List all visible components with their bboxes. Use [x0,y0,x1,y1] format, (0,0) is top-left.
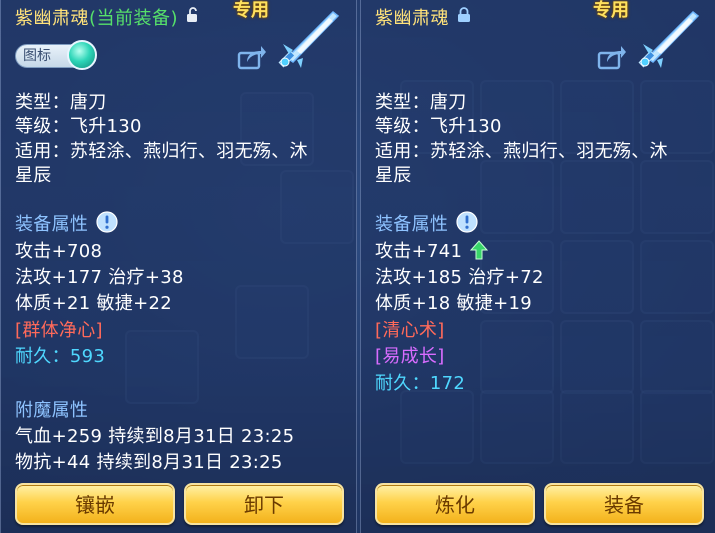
item-name: 紫幽肃魂 [15,8,89,29]
durability-label: 耐久： [15,346,70,367]
up-arrow-icon [470,240,489,265]
stat-magic-heal: 法攻+185 治疗+72 [375,267,544,288]
refine-button[interactable]: 炼化 [375,483,535,525]
durability-value: 172 [429,373,466,394]
info-icon[interactable] [96,211,118,238]
skill-2: [易成长] [375,346,445,367]
inlay-button[interactable]: 镶嵌 [15,483,175,525]
toggle-knob[interactable] [67,40,97,70]
unequip-button[interactable]: 卸下 [184,483,344,525]
exclusive-badge: 专用 [233,0,269,21]
icon-toggle[interactable]: 图标 [15,40,97,70]
compare-item-panel: 紫幽肃魂 专用 类型：唐刀 等级：飞升130 适用：苏轻涂、燕归行、羽无殇、沐 … [360,0,715,533]
item-title: 紫幽肃魂 [375,4,471,30]
share-icon[interactable] [237,44,267,74]
attribute-section-header: 装备属性 [15,210,118,238]
stat-magic-heal: 法攻+177 治疗+38 [15,267,184,288]
weapon-icon [271,10,341,70]
durability-value: 593 [69,346,106,367]
stat-attack-value: 攻击+741 [375,241,463,262]
skill-1: [群体净心] [15,320,103,341]
toggle-label: 图标 [23,48,51,64]
enchant-section-header: 附魔属性 [15,400,89,421]
skill-1: [清心术] [375,320,445,341]
enchant-stat-2: 物抗+44 持续到8月31日 23:25 [15,452,283,473]
item-level: 等级：飞升130 [15,116,142,137]
item-applicable-cont: 星辰 [15,165,52,186]
share-icon[interactable] [597,44,627,74]
durability: 耐久：593 [15,342,105,368]
exclusive-badge: 专用 [593,0,629,21]
item-level: 等级：飞升130 [375,116,502,137]
item-name: 紫幽肃魂 [375,8,449,29]
stat-attack: 攻击+708 [15,241,103,262]
lock-icon[interactable] [457,7,471,28]
weapon-icon [631,10,701,70]
item-applicable: 适用：苏轻涂、燕归行、羽无殇、沐 [15,141,308,162]
info-icon[interactable] [456,211,478,238]
stat-attack: 攻击+741 [375,237,489,265]
attribute-header-label: 装备属性 [375,214,449,235]
enchant-stat-1: 气血+259 持续到8月31日 23:25 [15,426,295,447]
equipped-item-panel: 紫幽肃魂(当前装备) 专用 图标 类型：唐刀 等级：飞升130 适用：苏轻涂、燕… [0,0,357,533]
attribute-header-label: 装备属性 [15,214,89,235]
item-applicable: 适用：苏轻涂、燕归行、羽无殇、沐 [375,141,668,162]
unlock-icon[interactable] [186,7,200,28]
durability: 耐久：172 [375,369,465,395]
item-title: 紫幽肃魂(当前装备) [15,4,200,30]
equipped-status: (当前装备) [89,8,179,29]
durability-label: 耐久： [375,373,430,394]
item-type: 类型：唐刀 [15,92,107,113]
equip-button[interactable]: 装备 [544,483,704,525]
item-applicable-cont: 星辰 [375,165,412,186]
stat-constitution-agility: 体质+18 敏捷+19 [375,293,532,314]
stat-constitution-agility: 体质+21 敏捷+22 [15,293,172,314]
item-type: 类型：唐刀 [375,92,467,113]
attribute-section-header: 装备属性 [375,210,478,238]
